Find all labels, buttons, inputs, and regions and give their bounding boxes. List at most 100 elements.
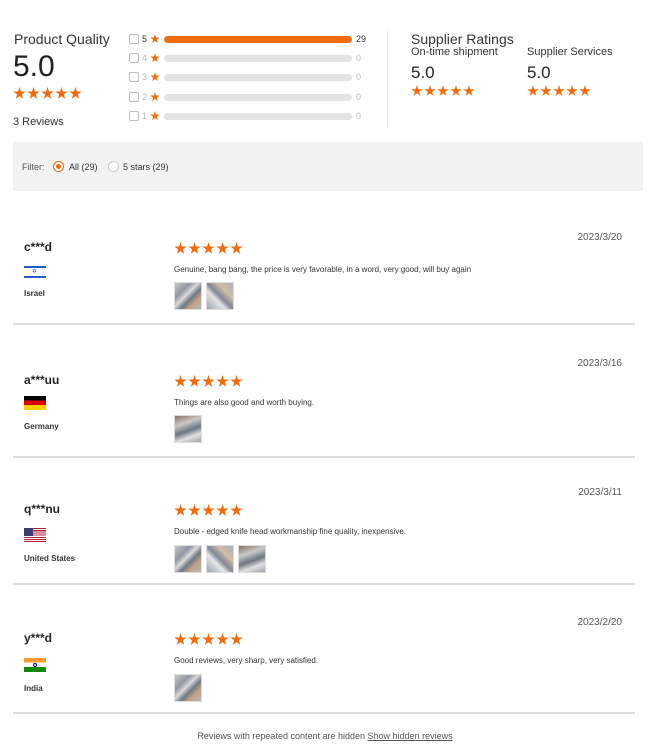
distribution-checkbox[interactable]: [129, 72, 139, 82]
review-stars: [174, 633, 243, 646]
distribution-bar: [164, 74, 352, 81]
israel-flag-icon: ✡: [24, 265, 46, 279]
supplier-services-label: Supplier Services: [527, 46, 613, 58]
reviewer-name: c***d: [24, 240, 53, 254]
united-states-flag-icon: [24, 528, 46, 542]
review-text: Double - edged knife head workmanship fi…: [174, 527, 406, 536]
filter-all-label[interactable]: All (29): [69, 162, 98, 172]
star-icon: [230, 242, 243, 254]
supplier-services-stars: [527, 85, 613, 97]
review-photo[interactable]: [174, 545, 202, 573]
star-icon: [150, 34, 160, 44]
star-icon: [216, 242, 229, 254]
star-icon: [202, 375, 215, 387]
review-photos: [174, 415, 202, 443]
india-flag-icon: [24, 658, 46, 672]
review-text: Things are also good and worth buying.: [174, 398, 315, 407]
reviewer-name: a***uu: [24, 373, 60, 387]
review-photos: [174, 674, 202, 702]
star-icon: [174, 504, 187, 516]
review-stars: [174, 375, 243, 388]
star-icon: [216, 633, 229, 645]
reviewer-name: q***nu: [24, 502, 60, 516]
distribution-star-number: 5: [142, 34, 148, 44]
distribution-bar: [164, 36, 352, 43]
filter-five-stars-label[interactable]: 5 stars (29): [123, 162, 169, 172]
review-date: 2023/2/20: [577, 617, 623, 628]
on-time-shipment-label: On-time shipment: [411, 46, 498, 58]
star-icon: [27, 87, 40, 99]
star-icon: [411, 85, 423, 96]
divider: [387, 30, 388, 128]
distribution-count: 0: [356, 53, 362, 63]
on-time-shipment-rating: On-time shipment 5.0: [411, 46, 498, 97]
review-stars: [174, 242, 243, 255]
distribution-checkbox[interactable]: [129, 34, 139, 44]
star-icon: [553, 85, 565, 96]
distribution-count: 0: [356, 92, 362, 102]
distribution-checkbox[interactable]: [129, 53, 139, 63]
star-icon: [55, 87, 68, 99]
reviewer-name: y***d: [24, 631, 53, 645]
supplier-services-rating: Supplier Services 5.0: [527, 46, 613, 97]
product-quality-stars: [13, 87, 82, 100]
star-icon: [174, 633, 187, 645]
review-photo[interactable]: [206, 282, 234, 310]
review-photos: [174, 545, 266, 573]
distribution-bar: [164, 94, 352, 101]
on-time-shipment-stars: [411, 85, 498, 97]
star-icon: [216, 504, 229, 516]
distribution-checkbox[interactable]: [129, 92, 139, 102]
review-filter-bar: Filter: All (29) 5 stars (29): [13, 142, 643, 191]
star-icon: [13, 87, 26, 99]
star-icon: [579, 85, 591, 96]
review-photo[interactable]: [174, 415, 202, 443]
filter-five-stars-radio[interactable]: [108, 161, 119, 172]
distribution-row-1[interactable]: 1 0: [129, 110, 369, 124]
show-hidden-reviews-link[interactable]: Show hidden reviews: [368, 731, 453, 741]
reviewer-country: Israel: [24, 289, 45, 298]
distribution-bar-fill: [164, 36, 352, 43]
star-icon: [188, 375, 201, 387]
star-icon: [188, 242, 201, 254]
review-photo[interactable]: [174, 674, 202, 702]
review-date: 2023/3/11: [578, 487, 622, 498]
review-item: c***d ✡ Israel Genuine, bang bang, the p…: [13, 195, 635, 325]
star-icon: [540, 85, 552, 96]
distribution-star-number: 4: [142, 53, 148, 63]
distribution-row-4[interactable]: 4 0: [129, 52, 369, 66]
review-photo[interactable]: [174, 282, 202, 310]
distribution-row-5[interactable]: 5 29: [129, 33, 369, 47]
star-icon: [202, 504, 215, 516]
star-icon: [566, 85, 578, 96]
filter-label: Filter:: [22, 162, 45, 172]
star-icon: [174, 242, 187, 254]
distribution-row-3[interactable]: 3 0: [129, 71, 369, 85]
star-icon: [230, 504, 243, 516]
hidden-reviews-note: Reviews with repeated content are hidden: [197, 731, 366, 741]
on-time-shipment-score: 5.0: [411, 63, 435, 82]
distribution-bar: [164, 113, 352, 120]
filter-all-radio[interactable]: [53, 161, 64, 172]
germany-flag-icon: [24, 396, 46, 410]
review-photo[interactable]: [238, 545, 266, 573]
review-count: 3 Reviews: [13, 116, 64, 128]
distribution-checkbox[interactable]: [129, 111, 139, 121]
review-text: Good reviews, very sharp, very satisfied…: [174, 656, 319, 665]
distribution-row-2[interactable]: 2 0: [129, 91, 369, 105]
star-icon: [202, 633, 215, 645]
review-photo[interactable]: [206, 545, 234, 573]
star-icon: [150, 72, 160, 82]
supplier-ratings-title: Supplier Ratings: [411, 31, 514, 47]
star-icon: [437, 85, 449, 96]
review-item: q***nu United States Double - edged knif…: [13, 455, 635, 585]
star-icon: [202, 242, 215, 254]
distribution-star-number: 1: [142, 111, 148, 121]
review-item: y***d India Good reviews, very sharp, ve…: [13, 584, 635, 714]
review-text: Genuine, bang bang, the price is very fa…: [174, 265, 472, 274]
reviewer-country: United States: [24, 554, 76, 563]
star-icon: [188, 504, 201, 516]
rating-summary: Product Quality 5.0 3 Reviews 5 29 4 0 3…: [0, 0, 650, 140]
star-icon: [424, 85, 436, 96]
star-icon: [150, 53, 160, 63]
